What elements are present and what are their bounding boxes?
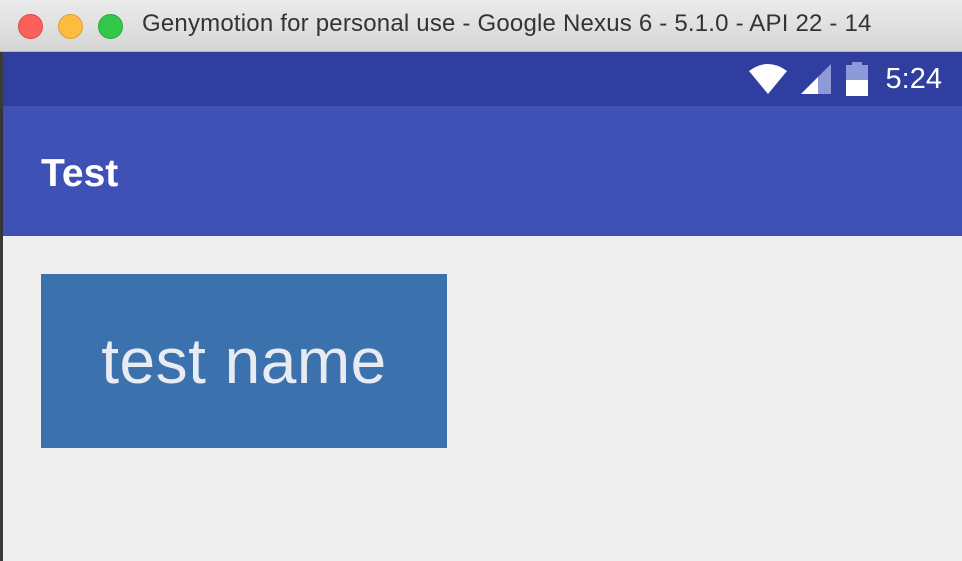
window-title-bar[interactable]: Genymotion for personal use - Google Nex…: [0, 0, 962, 52]
status-icons-group: 5:24: [748, 62, 942, 96]
emulator-window: Genymotion for personal use - Google Nex…: [0, 0, 962, 561]
cell-signal-icon: [800, 64, 831, 94]
maximize-window-button[interactable]: [98, 14, 123, 39]
minimize-window-button[interactable]: [58, 14, 83, 39]
status-clock: 5:24: [885, 62, 942, 95]
name-label: test name: [101, 325, 387, 397]
app-title: Test: [41, 152, 119, 195]
name-text-view[interactable]: test name: [41, 274, 447, 448]
main-content: test name: [3, 236, 962, 561]
wifi-icon: [748, 64, 787, 94]
battery-icon: [845, 62, 868, 96]
app-toolbar: Test: [3, 106, 962, 236]
android-status-bar: 5:24: [3, 52, 962, 106]
close-window-button[interactable]: [18, 14, 43, 39]
window-title: Genymotion for personal use - Google Nex…: [142, 10, 872, 37]
